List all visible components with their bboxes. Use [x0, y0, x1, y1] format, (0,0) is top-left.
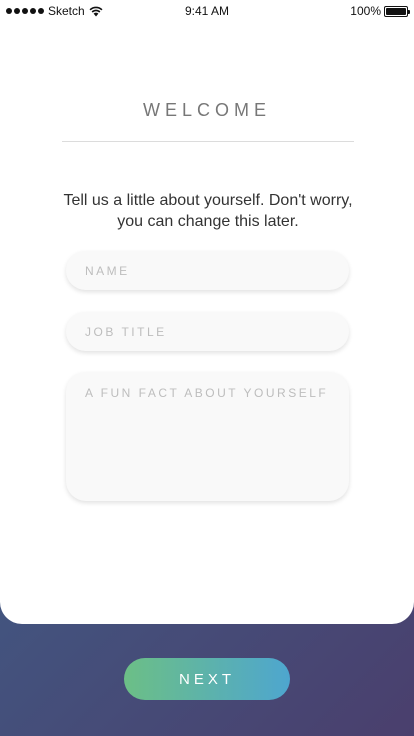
next-button[interactable]: NEXT	[124, 658, 290, 700]
battery-percentage: 100%	[350, 4, 381, 18]
status-right: 100%	[350, 4, 410, 18]
job-title-input[interactable]	[66, 312, 349, 351]
title-divider	[62, 141, 354, 142]
form-card: Sketch 9:41 AM 100% WELCOME Tell us a li…	[0, 0, 414, 624]
fun-fact-input[interactable]	[66, 372, 349, 501]
name-input[interactable]	[66, 251, 349, 290]
intro-text: Tell us a little about yourself. Don't w…	[63, 192, 353, 230]
status-bar: Sketch 9:41 AM 100%	[0, 0, 414, 22]
page-title: WELCOME	[142, 100, 271, 120]
battery-icon	[384, 5, 410, 17]
